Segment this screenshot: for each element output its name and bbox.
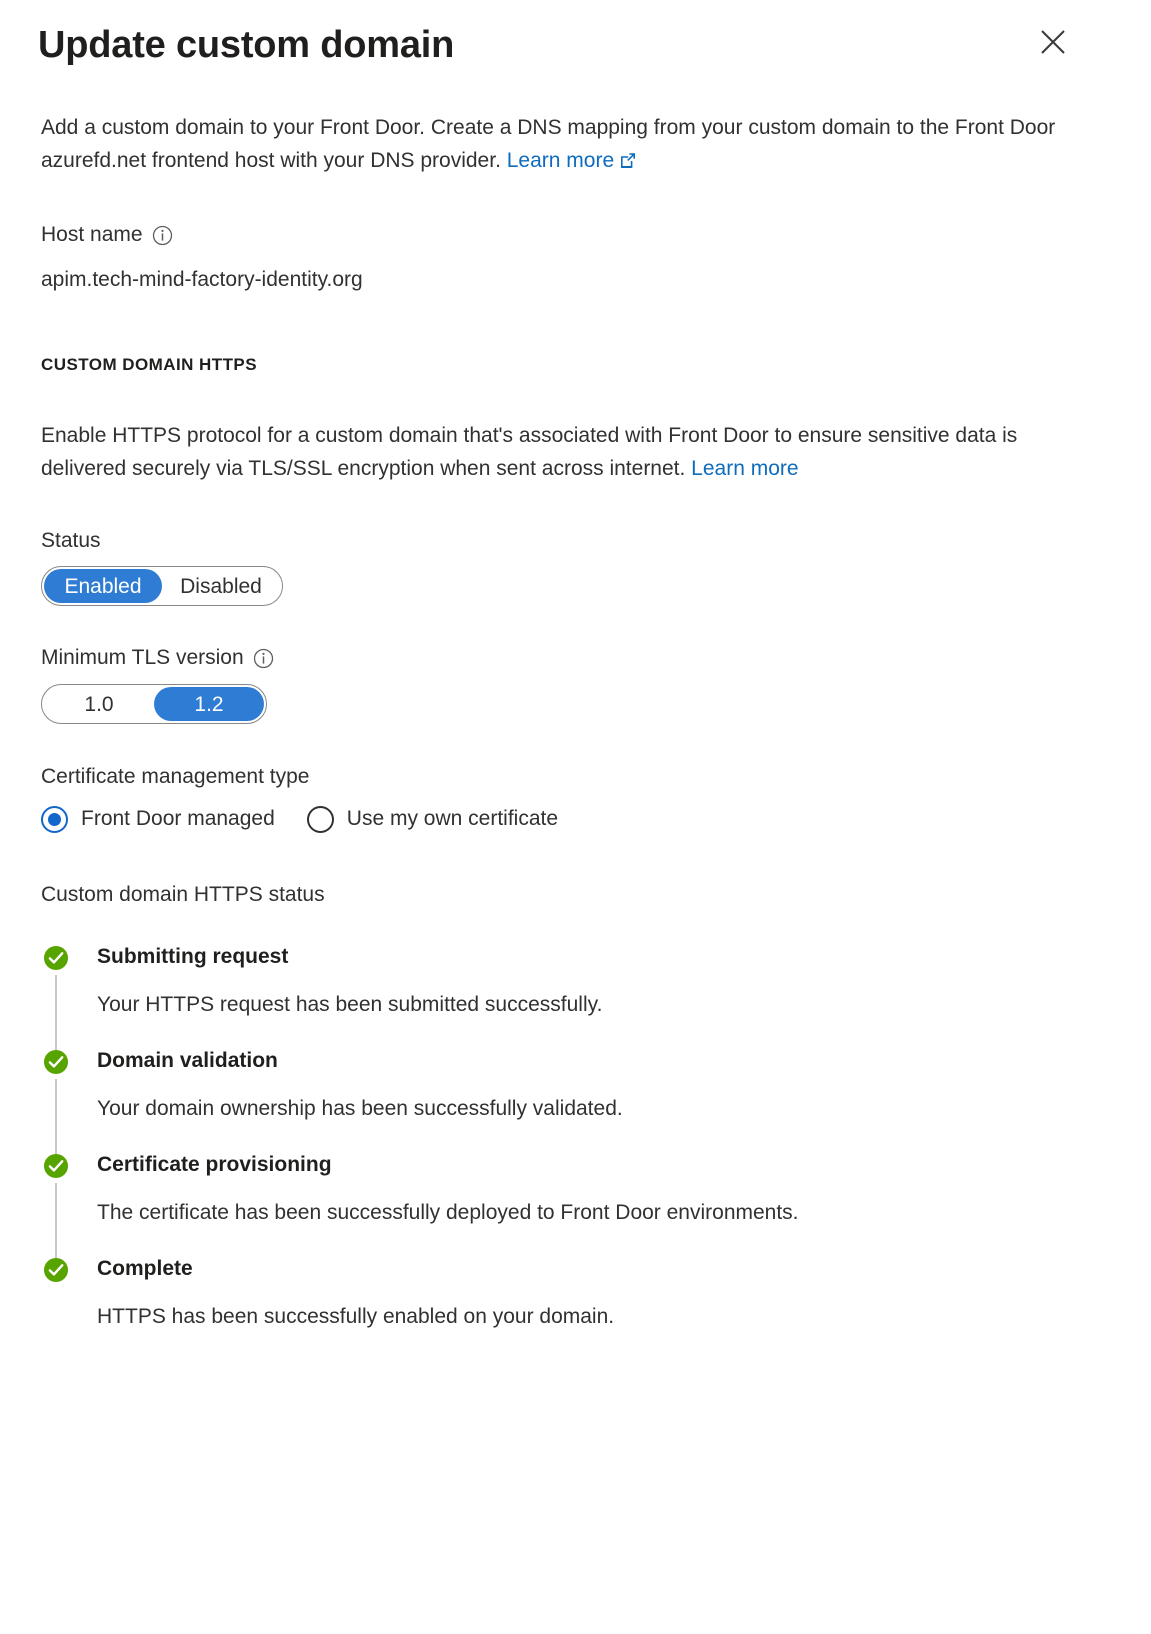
radio-unselected-icon [306, 805, 334, 833]
close-button[interactable] [1033, 22, 1073, 62]
external-link-icon [619, 146, 636, 179]
status-label: Status [41, 529, 101, 552]
check-circle-icon [43, 945, 69, 971]
status-step-description: Your domain ownership has been successfu… [97, 1097, 623, 1120]
info-icon[interactable] [253, 648, 274, 669]
certificate-management-label-row: Certificate management type [41, 763, 1111, 791]
host-name-label-row: Host name [41, 221, 1111, 249]
check-circle-icon [43, 1049, 69, 1075]
certificate-management-radio-group[interactable]: Front Door managed Use my own certificat… [41, 805, 1111, 833]
tls-label-row: Minimum TLS version [41, 644, 1111, 672]
tls-version-label: Minimum TLS version [41, 646, 244, 669]
page-title: Update custom domain [38, 24, 455, 66]
status-step-title: Certificate provisioning [97, 1153, 332, 1176]
close-icon [1040, 29, 1066, 55]
https-section-description-text: Enable HTTPS protocol for a custom domai… [41, 424, 1018, 480]
intro-learn-more-link[interactable]: Learn more [507, 149, 614, 172]
status-step: Domain validation Your domain ownership … [41, 1047, 1111, 1157]
tls-version-toggle-group[interactable]: 1.0 1.2 [41, 684, 267, 724]
host-name-value: apim.tech-mind-factory-identity.org [41, 268, 363, 291]
status-step: Certificate provisioning The certificate… [41, 1151, 1111, 1261]
tls-option-1-2[interactable]: 1.2 [154, 687, 264, 721]
status-toggle-group[interactable]: Enabled Disabled [41, 566, 283, 606]
check-circle-icon [43, 1153, 69, 1179]
step-connector [55, 1183, 57, 1261]
https-status-steps: Submitting request Your HTTPS request ha… [41, 943, 1111, 1331]
status-step-description: Your HTTPS request has been submitted su… [97, 993, 603, 1016]
radio-front-door-managed[interactable]: Front Door managed [41, 805, 275, 833]
check-circle-icon [43, 1257, 69, 1283]
status-option-enabled[interactable]: Enabled [44, 569, 162, 603]
section-heading-custom-domain-https: CUSTOM DOMAIN HTTPS [41, 355, 258, 374]
status-label-row: Status [41, 527, 1111, 555]
status-step: Complete HTTPS has been successfully ena… [41, 1255, 1111, 1331]
https-section-description: Enable HTTPS protocol for a custom domai… [41, 419, 1041, 485]
intro-learn-more-label: Learn more [506, 149, 615, 172]
update-custom-domain-blade: Update custom domain Add a custom domain… [0, 0, 1151, 1634]
host-name-label: Host name [41, 223, 143, 246]
info-icon[interactable] [152, 225, 173, 246]
radio-front-door-managed-label: Front Door managed [81, 807, 275, 830]
https-learn-more-label: Learn more [691, 457, 799, 480]
status-step-description: HTTPS has been successfully enabled on y… [97, 1305, 615, 1328]
step-connector [55, 1079, 57, 1157]
status-step: Submitting request Your HTTPS request ha… [41, 943, 1111, 1053]
status-step-description: The certificate has been successfully de… [97, 1201, 799, 1224]
radio-use-my-own-certificate[interactable]: Use my own certificate [306, 805, 559, 833]
blade-body: Add a custom domain to your Front Door. … [0, 111, 1151, 1331]
certificate-management-label: Certificate management type [41, 765, 310, 788]
https-status-heading: Custom domain HTTPS status [41, 883, 325, 906]
status-step-title: Complete [97, 1257, 193, 1280]
blade-header: Update custom domain [0, 0, 1151, 92]
intro-paragraph: Add a custom domain to your Front Door. … [41, 111, 1063, 179]
tls-option-1-0[interactable]: 1.0 [44, 687, 154, 721]
step-connector [55, 975, 57, 1053]
status-step-title: Domain validation [97, 1049, 278, 1072]
status-step-title: Submitting request [97, 945, 289, 968]
radio-use-my-own-certificate-label: Use my own certificate [346, 807, 559, 830]
https-learn-more-link[interactable]: Learn more [691, 457, 798, 480]
status-option-disabled[interactable]: Disabled [162, 569, 280, 603]
radio-selected-icon [41, 805, 68, 833]
